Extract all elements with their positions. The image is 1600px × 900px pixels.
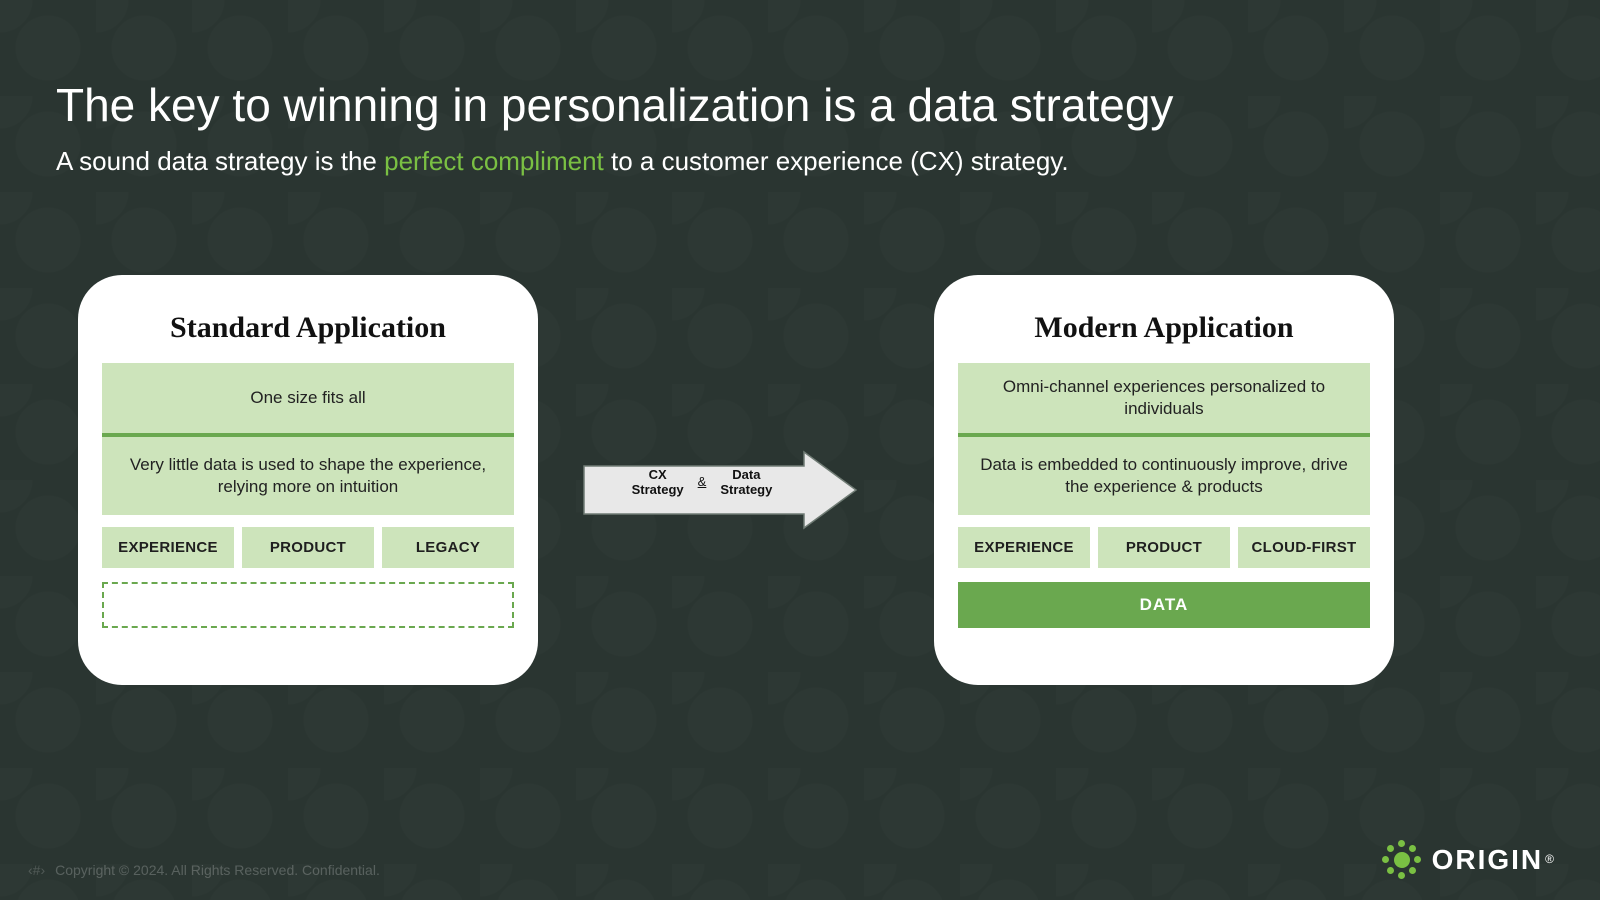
- arrow-ampersand: &: [698, 475, 707, 490]
- standard-tag-product: PRODUCT: [242, 527, 374, 568]
- modern-tag-product: PRODUCT: [1098, 527, 1230, 568]
- standard-application-card: Standard Application One size fits all V…: [78, 275, 538, 685]
- brand-registered: ®: [1545, 852, 1554, 866]
- standard-tag-legacy: LEGACY: [382, 527, 514, 568]
- slide-subtitle: A sound data strategy is the perfect com…: [56, 146, 1069, 177]
- modern-application-card: Modern Application Omni-channel experien…: [934, 275, 1394, 685]
- logo-text: ORIGIN®: [1432, 844, 1554, 876]
- copyright-text: Copyright © 2024. All Rights Reserved. C…: [55, 862, 380, 878]
- page-number-placeholder: ‹#›: [28, 862, 45, 878]
- subtitle-before: A sound data strategy is the: [56, 146, 384, 176]
- modern-mid-block: Data is embedded to continuously improve…: [958, 437, 1370, 515]
- brand-logo: ORIGIN®: [1382, 840, 1554, 880]
- arrow-right-line2: Strategy: [720, 483, 772, 498]
- transition-arrow: CX Strategy & Data Strategy: [582, 450, 858, 530]
- arrow-labels: CX Strategy & Data Strategy: [600, 468, 804, 498]
- arrow-left-line2: Strategy: [632, 483, 684, 498]
- modern-tag-cloud-first: CLOUD-FIRST: [1238, 527, 1370, 568]
- modern-top-block: Omni-channel experiences personalized to…: [958, 363, 1370, 433]
- brand-name: ORIGIN: [1432, 844, 1544, 875]
- logo-mark-icon: [1382, 840, 1422, 880]
- slide-title: The key to winning in personalization is…: [56, 78, 1173, 132]
- modern-tag-experience: EXPERIENCE: [958, 527, 1090, 568]
- standard-empty-data-slot: [102, 582, 514, 628]
- standard-tag-row: EXPERIENCE PRODUCT LEGACY: [102, 527, 514, 568]
- arrow-left-line1: CX: [632, 468, 684, 483]
- modern-card-title: Modern Application: [958, 311, 1370, 345]
- footer: ‹#› Copyright © 2024. All Rights Reserve…: [28, 862, 380, 878]
- modern-data-bar: DATA: [958, 582, 1370, 628]
- arrow-right-label: Data Strategy: [720, 468, 772, 498]
- arrow-left-label: CX Strategy: [632, 468, 684, 498]
- standard-top-block: One size fits all: [102, 363, 514, 433]
- standard-tag-experience: EXPERIENCE: [102, 527, 234, 568]
- standard-mid-block: Very little data is used to shape the ex…: [102, 437, 514, 515]
- subtitle-highlight: perfect compliment: [384, 146, 604, 176]
- subtitle-after: to a customer experience (CX) strategy.: [604, 146, 1069, 176]
- arrow-right-line1: Data: [720, 468, 772, 483]
- standard-card-title: Standard Application: [102, 311, 514, 345]
- modern-tag-row: EXPERIENCE PRODUCT CLOUD-FIRST: [958, 527, 1370, 568]
